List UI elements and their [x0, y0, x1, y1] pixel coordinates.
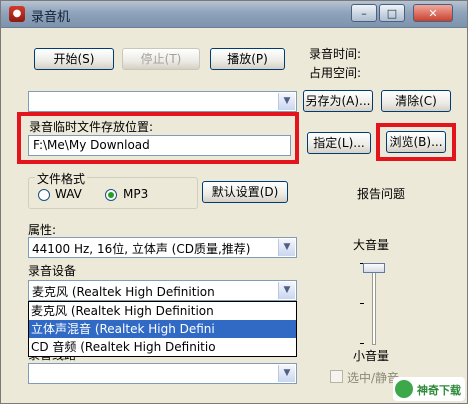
- window-title: 录音机: [31, 10, 71, 25]
- recorder-window: ● 录音机 – □ ✕ 开始(S) 停止(T) 播放(P) 录音时间: 占用空间…: [0, 0, 468, 404]
- device-combo[interactable]: 麦克风 (Realtek High Definition ▼: [28, 280, 297, 301]
- mute-label: 选中/静音: [347, 371, 400, 385]
- chevron-down-icon[interactable]: ▼: [278, 365, 295, 382]
- properties-label: 属性:: [28, 223, 57, 237]
- volume-tick: [360, 343, 364, 344]
- properties-value: 44100 Hz, 16位, 立体声 (CD质量,推荐): [32, 242, 251, 256]
- clear-button[interactable]: 清除(C): [381, 90, 451, 112]
- maximize-button[interactable]: □: [379, 4, 405, 22]
- device-option[interactable]: CD 音频 (Realtek High Definitio: [29, 338, 296, 356]
- line-combo[interactable]: ▼: [28, 363, 297, 384]
- close-button[interactable]: ✕: [413, 4, 453, 22]
- start-button[interactable]: 开始(S): [34, 48, 114, 70]
- properties-combo[interactable]: 44100 Hz, 16位, 立体声 (CD质量,推荐) ▼: [28, 237, 297, 258]
- watermark-badge: 神奇下载: [393, 377, 465, 401]
- radio-mp3[interactable]: [105, 189, 117, 201]
- volume-slider-track[interactable]: [372, 263, 376, 345]
- radio-wav[interactable]: [38, 189, 50, 201]
- recorder-app-icon: ●: [9, 6, 25, 22]
- stop-button[interactable]: 停止(T): [122, 48, 200, 70]
- highlight-frame-temp-folder: [17, 112, 299, 164]
- minimize-button[interactable]: –: [351, 4, 377, 22]
- save-as-button[interactable]: 另存为(A)...: [303, 90, 373, 112]
- mute-checkbox[interactable]: [330, 370, 343, 383]
- specify-button[interactable]: 指定(L)...: [307, 132, 371, 154]
- device-label: 录音设备: [28, 264, 77, 278]
- default-settings-button[interactable]: 默认设置(D): [202, 181, 288, 203]
- device-dropdown-list: 麦克风 (Realtek High Definition 立体声混音 (Real…: [28, 301, 297, 357]
- device-option[interactable]: 麦克风 (Realtek High Definition: [29, 302, 296, 320]
- space-used-label: 占用空间:: [309, 66, 362, 80]
- record-time-label: 录音时间:: [309, 47, 362, 61]
- volume-slider-thumb[interactable]: [363, 263, 385, 273]
- file-format-legend: 文件格式: [35, 170, 88, 187]
- play-button[interactable]: 播放(P): [210, 48, 285, 70]
- watermark-logo-icon: [395, 380, 413, 398]
- chevron-down-icon[interactable]: ▼: [278, 282, 295, 299]
- volume-max-label: 大音量: [353, 238, 390, 252]
- watermark-text: 神奇下载: [417, 384, 461, 397]
- volume-tick: [360, 303, 364, 304]
- chevron-down-icon[interactable]: ▼: [278, 93, 295, 110]
- device-option-selected[interactable]: 立体声混音 (Realtek High Defini: [29, 320, 296, 338]
- highlight-frame-browse: [376, 123, 456, 161]
- device-value: 麦克风 (Realtek High Definition: [32, 285, 215, 299]
- minimize-icon: –: [361, 7, 367, 20]
- report-issue-link[interactable]: 报告问题: [357, 185, 405, 202]
- chevron-down-icon[interactable]: ▼: [278, 239, 295, 256]
- title-bar[interactable]: ● 录音机 – □ ✕: [1, 1, 467, 28]
- maximize-icon: □: [386, 7, 398, 20]
- radio-mp3-label: MP3: [123, 187, 149, 201]
- file-name-combo[interactable]: ▼: [28, 91, 297, 112]
- close-icon: ✕: [428, 7, 438, 20]
- volume-min-label: 小音量: [353, 349, 390, 363]
- radio-wav-label: WAV: [55, 187, 82, 201]
